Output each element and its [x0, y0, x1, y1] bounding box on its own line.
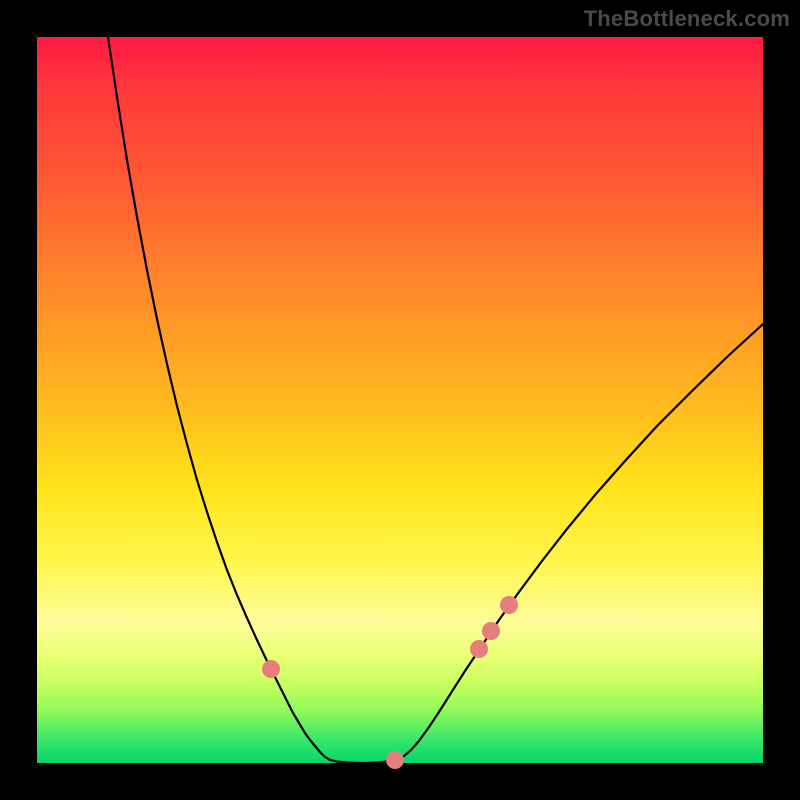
marker-dot — [386, 751, 404, 769]
marker-group — [231, 580, 518, 769]
marker-dot — [470, 640, 488, 658]
curve-svg — [37, 37, 763, 763]
marker-dot — [482, 622, 500, 640]
marker-dot — [262, 660, 280, 678]
chart-frame: TheBottleneck.com — [0, 0, 800, 800]
bottleneck-curve — [108, 37, 763, 763]
watermark-text: TheBottleneck.com — [584, 6, 790, 32]
marker-dot — [500, 596, 518, 614]
plot-area — [37, 37, 763, 763]
